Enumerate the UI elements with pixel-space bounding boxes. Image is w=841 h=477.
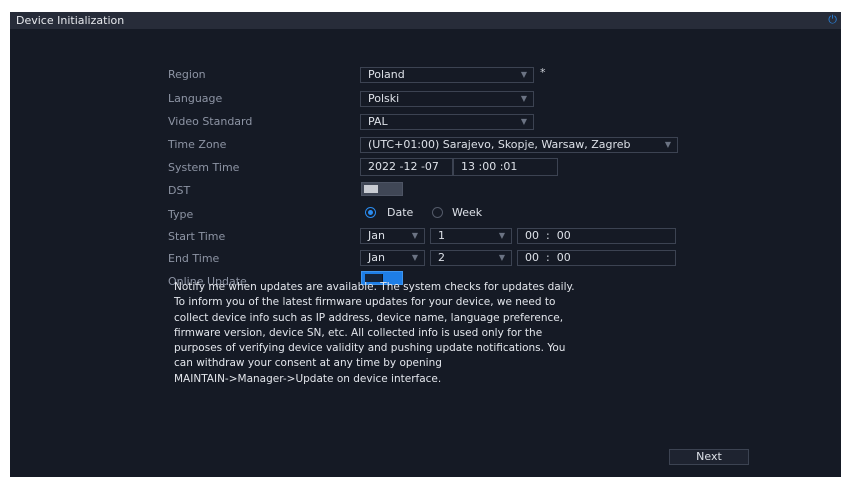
notice-line: can withdraw your consent at any time by… [174, 357, 442, 370]
notice-line: purposes of verifying device validity an… [174, 342, 566, 355]
end-month-select[interactable]: Jan ▼ [360, 250, 425, 266]
type-label: Type [168, 208, 194, 221]
end-day-select[interactable]: 2 ▼ [430, 250, 512, 266]
start-time-input[interactable]: 00 : 00 [517, 228, 676, 244]
chevron-down-icon: ▼ [411, 231, 418, 240]
required-mark: * [540, 66, 546, 79]
update-notice: Notify me when updates are available. Th… [174, 280, 684, 387]
chevron-down-icon: ▼ [520, 117, 527, 126]
type-date-radio[interactable] [365, 207, 376, 218]
notice-line: collect device info such as IP address, … [174, 311, 564, 324]
window-title: Device Initialization [16, 14, 125, 27]
notice-line: firmware version, device SN, etc. All co… [174, 326, 543, 339]
start-day-value: 1 [438, 229, 445, 242]
region-select[interactable]: Poland ▼ [360, 67, 534, 83]
start-time-label: Start Time [168, 230, 226, 243]
start-month-value: Jan [368, 229, 385, 242]
toggle-knob [364, 185, 378, 193]
type-week-label: Week [452, 206, 483, 219]
language-select[interactable]: Polski ▼ [360, 91, 534, 107]
next-button[interactable]: Next [669, 449, 749, 465]
language-label: Language [168, 92, 223, 105]
dst-label: DST [168, 184, 191, 197]
start-day-select[interactable]: 1 ▼ [430, 228, 512, 244]
notice-line: Notify me when updates are available. Th… [174, 281, 575, 293]
notice-line: To inform you of the latest firmware upd… [174, 296, 556, 309]
time-zone-select[interactable]: (UTC+01:00) Sarajevo, Skopje, Warsaw, Za… [360, 137, 678, 153]
system-time-input[interactable]: 13 :00 :01 [453, 158, 558, 176]
system-date-input[interactable]: 2022 -12 -07 [360, 158, 453, 176]
chevron-down-icon: ▼ [498, 231, 505, 240]
dst-toggle[interactable] [361, 182, 403, 196]
chevron-down-icon: ▼ [520, 70, 527, 79]
end-time-label: End Time [168, 252, 220, 265]
chevron-down-icon: ▼ [498, 253, 505, 262]
region-label: Region [168, 68, 206, 81]
video-standard-label: Video Standard [168, 115, 253, 128]
power-icon[interactable]: ⏻ [828, 13, 837, 27]
video-standard-value: PAL [368, 115, 388, 128]
region-value: Poland [368, 68, 405, 81]
notice-line: MAINTAIN->Manager->Update on device inte… [174, 372, 442, 385]
system-time-label: System Time [168, 161, 240, 174]
chevron-down-icon: ▼ [664, 140, 671, 149]
type-date-label: Date [387, 206, 414, 219]
chevron-down-icon: ▼ [411, 253, 418, 262]
title-bar: Device Initialization ⏻ [10, 12, 841, 29]
end-time-input[interactable]: 00 : 00 [517, 250, 676, 266]
chevron-down-icon: ▼ [520, 94, 527, 103]
type-week-radio[interactable] [432, 207, 443, 218]
video-standard-select[interactable]: PAL ▼ [360, 114, 534, 130]
language-value: Polski [368, 92, 400, 105]
time-zone-label: Time Zone [168, 138, 227, 151]
end-month-value: Jan [368, 251, 385, 264]
start-month-select[interactable]: Jan ▼ [360, 228, 425, 244]
time-zone-value: (UTC+01:00) Sarajevo, Skopje, Warsaw, Za… [368, 138, 631, 151]
end-day-value: 2 [438, 251, 445, 264]
